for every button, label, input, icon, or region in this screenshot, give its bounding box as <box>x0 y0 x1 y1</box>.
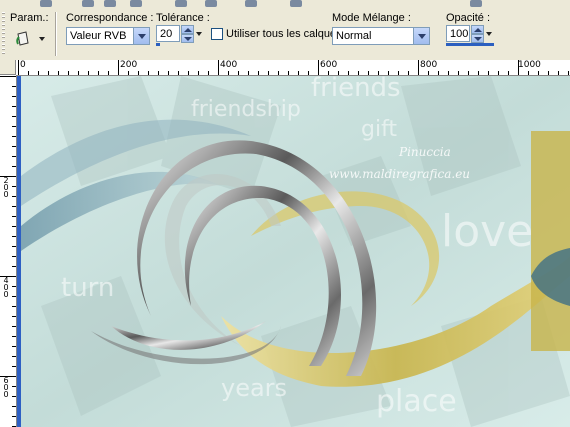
toolbar-button-3[interactable] <box>104 0 116 7</box>
toolbar-button-5[interactable] <box>175 0 187 7</box>
bg-word: gift <box>361 117 397 142</box>
toolbar-button-2[interactable] <box>82 0 94 7</box>
correspondance-value: Valeur RVB <box>70 30 127 42</box>
bg-word: years <box>221 374 287 402</box>
tolerance-spinner[interactable] <box>181 25 194 43</box>
toolbar-grip[interactable] <box>2 12 5 56</box>
tolerance-label: Tolérance : <box>156 12 210 24</box>
tolerance-value: 20 <box>160 28 173 40</box>
toolbar-button-9[interactable] <box>470 0 482 7</box>
ruler-label: 1000 <box>518 60 541 70</box>
bg-word: friends <box>311 76 401 103</box>
fill-bucket-icon <box>16 31 45 46</box>
use-all-layers-checkbox[interactable] <box>211 28 223 40</box>
separator <box>55 12 57 56</box>
bg-word: love <box>441 206 533 257</box>
toolbar-button-1[interactable] <box>40 0 52 7</box>
ruler-label: 0 <box>20 60 26 70</box>
blend-mode-value: Normal <box>336 30 372 42</box>
opacity-spinner[interactable] <box>471 25 484 43</box>
spin-down-icon[interactable] <box>471 34 484 43</box>
ruler-ticks <box>0 76 16 427</box>
toolbar-button-4[interactable] <box>130 0 142 7</box>
bg-word: turn <box>61 273 114 303</box>
tolerance-dropdown-icon[interactable] <box>196 32 202 36</box>
ruler-label: 600 <box>320 60 338 70</box>
watermark-url: www.maldiregrafica.eu <box>329 167 470 181</box>
ruler-label: 800 <box>420 60 438 70</box>
toolbar-button-6[interactable] <box>205 0 217 7</box>
watermark-name: Pinuccia <box>398 145 451 159</box>
chevron-down-icon[interactable] <box>413 28 429 44</box>
correspondance-select[interactable]: Valeur RVB <box>66 27 150 45</box>
chevron-down-icon[interactable] <box>133 28 149 44</box>
spin-down-icon[interactable] <box>181 34 194 43</box>
toolbar-button-8[interactable] <box>290 0 302 7</box>
spin-up-icon[interactable] <box>181 25 194 34</box>
preset-button[interactable] <box>14 28 48 48</box>
tolerance-input[interactable]: 20 <box>156 25 180 42</box>
opacity-label: Opacité : <box>446 12 491 24</box>
ruler-ticks <box>18 60 569 75</box>
canvas-artwork: friendship friends gift love place turn … <box>21 76 570 427</box>
blend-mode-select[interactable]: Normal <box>332 27 430 45</box>
ruler-label: 2 0 0 <box>3 176 9 199</box>
bg-word: friendship <box>191 97 301 122</box>
image-canvas[interactable]: friendship friends gift love place turn … <box>17 76 570 427</box>
vertical-ruler: 2 0 0 4 0 0 6 0 0 <box>0 75 17 427</box>
horizontal-ruler: 0 200 400 600 800 1000 <box>16 60 570 76</box>
ruler-label: 4 0 0 <box>3 276 9 299</box>
tolerance-slider[interactable] <box>156 43 160 46</box>
opacity-value: 100 <box>450 28 469 40</box>
use-all-layers-label: Utiliser tous les calques <box>226 28 342 40</box>
bg-word: place <box>376 384 457 419</box>
blend-mode-label: Mode Mélange : <box>332 12 411 24</box>
param-label: Param.: <box>10 12 49 24</box>
ruler-corner <box>0 60 16 75</box>
correspondance-label: Correspondance : <box>66 12 154 24</box>
tool-options-bar: Param.: Correspondance : Valeur RVB Tolé… <box>0 8 570 61</box>
toolbar-button-7[interactable] <box>245 0 257 7</box>
spin-up-icon[interactable] <box>471 25 484 34</box>
opacity-dropdown-icon[interactable] <box>486 32 492 36</box>
ruler-label: 200 <box>120 60 138 70</box>
ruler-label: 400 <box>220 60 238 70</box>
opacity-input[interactable]: 100 <box>446 25 470 42</box>
ruler-label: 6 0 0 <box>3 376 9 399</box>
opacity-slider[interactable] <box>446 43 494 46</box>
